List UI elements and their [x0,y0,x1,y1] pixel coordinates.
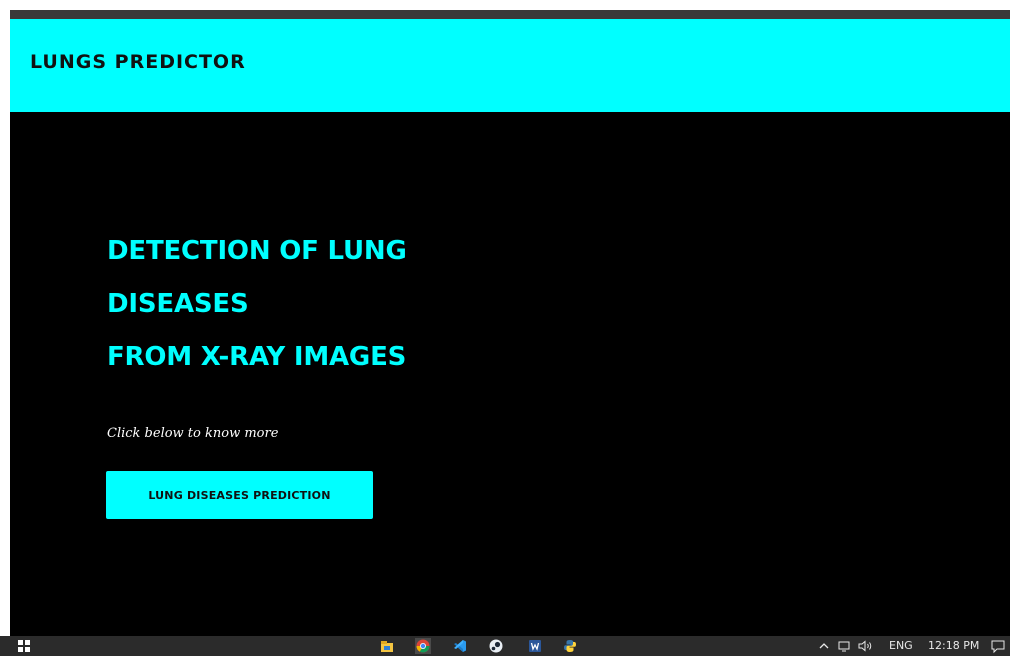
brand-logo-text[interactable]: LUNGS PREDICTOR [30,51,246,73]
headline-line-2: DISEASES [107,289,249,319]
hero-section: DETECTION OF LUNG DISEASES FROM X-RAY IM… [10,112,1010,636]
python-icon[interactable] [562,638,578,654]
windows-start-icon[interactable] [18,640,30,652]
word-icon[interactable] [527,638,543,654]
headline-line-3: FROM X-RAY IMAGES [107,342,407,372]
hero-tagline: Click below to know more [107,426,279,441]
lung-diseases-prediction-button[interactable]: LUNG DISEASES PREDICTION [106,471,373,519]
file-explorer-icon[interactable] [379,638,395,654]
browser-top-bar [10,10,1010,19]
hero-headline: DETECTION OF LUNG DISEASES FROM X-RAY IM… [107,225,407,384]
action-center-icon[interactable] [990,638,1006,654]
speaker-icon[interactable] [857,638,875,654]
chevron-up-icon[interactable] [818,638,830,654]
taskbar: ENG 12:18 PM [0,636,1010,656]
language-indicator[interactable]: ENG [889,638,913,654]
clock[interactable]: 12:18 PM [928,638,979,654]
headline-line-1: DETECTION OF LUNG [107,236,407,266]
navbar: LUNGS PREDICTOR [10,19,1010,112]
steam-icon[interactable] [488,638,504,654]
chrome-icon[interactable] [415,638,431,654]
screen: LUNGS PREDICTOR DETECTION OF LUNG DISEAS… [0,0,1010,656]
network-icon[interactable] [837,638,851,654]
vscode-icon[interactable] [452,638,468,654]
